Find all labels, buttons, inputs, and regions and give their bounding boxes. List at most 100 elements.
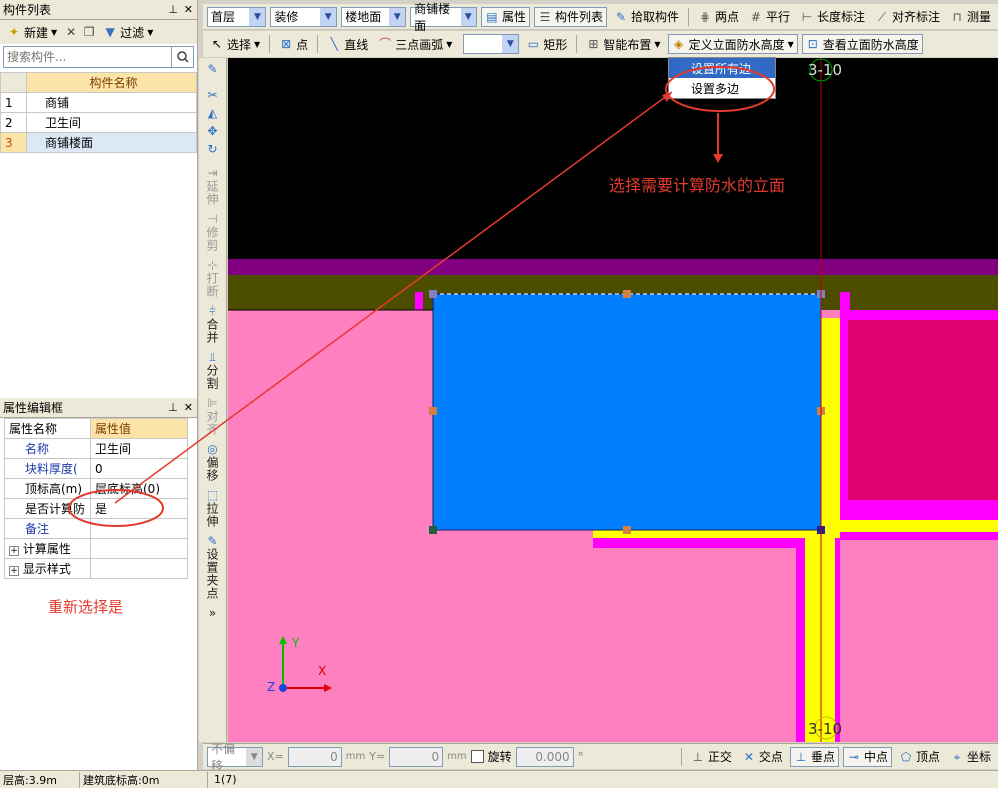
component-name-cell[interactable]: 商铺 [26, 92, 197, 113]
type-select[interactable]: 楼地面 ▼ [341, 6, 407, 27]
grip-handle[interactable] [429, 526, 437, 534]
component-name-cell[interactable]: 商铺楼面 [26, 132, 197, 153]
copy-icon[interactable]: ❐ [82, 25, 96, 39]
intersect-snap-button[interactable]: ✕ 交点 [739, 747, 786, 767]
line-button[interactable]: ╲ 直线 [324, 34, 371, 54]
ortho-icon: ⊥ [692, 749, 704, 764]
mirror-icon[interactable]: ◭ [206, 106, 220, 120]
smart-layout-icon: ⊞ [588, 37, 599, 51]
magenta-mark [840, 292, 850, 310]
break-tool[interactable]: ⊹ 打断 [199, 258, 226, 298]
category-select[interactable]: 装修 ▼ [270, 6, 338, 27]
point-button[interactable]: ⊠ 点 [276, 34, 311, 54]
brush-icon[interactable]: ✎ [206, 62, 220, 76]
rotate-checkbox[interactable] [470, 750, 484, 763]
component-select[interactable]: 商铺楼面 ▼ [410, 2, 477, 33]
new-button[interactable]: ✦ 新建 ▼ [4, 22, 60, 42]
arc-button[interactable]: ⌒ 三点画弧 ▼ [375, 34, 455, 54]
menu-item-set-multiple-edges[interactable]: 设置多边 [669, 78, 775, 98]
grip-handle[interactable] [429, 290, 437, 298]
list-icon: ☰ [539, 9, 551, 24]
y-axis-label: Y [292, 636, 300, 650]
split-tool[interactable]: ⫫ 分割 [199, 350, 226, 390]
axis-label-bottom: 3-10 [808, 720, 843, 738]
coord-snap-button[interactable]: ⌖ 坐标 [947, 747, 994, 767]
expand-icon[interactable]: + [9, 566, 19, 576]
table-row[interactable]: 3 商铺楼面 [0, 132, 197, 153]
waterproof-icon: ◈ [673, 37, 684, 51]
more-tools-icon[interactable]: » [199, 606, 226, 620]
grip-handle[interactable] [429, 407, 437, 415]
perpendicular-snap-button[interactable]: ⊥ 垂点 [789, 746, 839, 767]
view-icon: ⊡ [807, 37, 818, 51]
component-list-button[interactable]: ☰ 构件列表 [533, 6, 607, 27]
z-axis-icon [279, 684, 287, 692]
prop-value-input[interactable] [90, 518, 188, 539]
grip-handle[interactable] [623, 526, 631, 534]
merge-tool[interactable]: ⫩ 合并 [199, 304, 226, 344]
grip-handle[interactable] [623, 290, 631, 298]
floor-select[interactable]: 首层 ▼ [207, 6, 267, 27]
midpoint-snap-button[interactable]: ⊸ 中点 [842, 746, 892, 767]
move-icon[interactable]: ✥ [206, 124, 220, 138]
toolbar-row-2: ↖ 选择 ▼ ⊠ 点 ╲ 直线 ⌒ 三点画弧 ▼ ▼ ▭ 矩形 ⊞ 智能布置 ▼ ◈ 定义立面防水高… [203, 31, 998, 57]
close-icon[interactable]: ✕ [184, 3, 193, 16]
table-row: 是否计算防 是 [4, 498, 188, 519]
waterproof-value-select[interactable]: 是 [90, 498, 188, 519]
search-input[interactable] [3, 46, 172, 68]
rotate-icon[interactable]: ↻ [206, 142, 220, 156]
scissors-icon[interactable]: ✂ [206, 88, 220, 102]
extend-tool[interactable]: ⇥ 延伸 [199, 166, 226, 206]
align-dim-button[interactable]: ⟋ 对齐标注 [872, 7, 943, 27]
drawing-canvas[interactable]: 3-10 3-10 选择需要计算防水的立面 Y X Z [228, 58, 998, 742]
grip-tool[interactable]: ✎ 设置夹点 [199, 534, 226, 600]
rotate-angle-input[interactable]: 0.000 [515, 746, 574, 767]
close-icon[interactable]: ✕ [184, 401, 193, 414]
x-coord-input[interactable]: 0 [287, 746, 342, 767]
selected-slab[interactable] [432, 293, 822, 531]
filter-button[interactable]: ▼ 过滤 ▼ [100, 22, 156, 42]
property-table: 属性名称 属性值 名称 卫生间 块料厚度( 0 顶标高(m) 层底标高(0) 是… [4, 418, 188, 579]
offset-select[interactable]: 不偏移 ▼ [207, 742, 263, 773]
arc-mode-select[interactable]: ▼ [463, 34, 520, 54]
menu-item-set-all-edges[interactable]: 设置所有边 [669, 58, 775, 78]
stretch-tool[interactable]: ⬚ 拉伸 [199, 488, 226, 528]
rect-button[interactable]: ▭ 矩形 [523, 34, 570, 54]
prop-value-input[interactable]: 卫生间 [90, 438, 188, 459]
component-table: 构件名称 1 商铺 2 卫生间 3 商铺楼面 [0, 72, 197, 153]
snap-toolbar: 不偏移 ▼ X= 0 mm Y= 0 mm 旋转 0.000 ° ⊥ 正交 ✕ 交点 … [203, 742, 998, 773]
table-row[interactable]: 2 卫生间 [0, 112, 197, 133]
pin-icon[interactable]: ⊥ [168, 3, 178, 16]
line-icon: ╲ [330, 37, 338, 51]
measure-button[interactable]: ⊓ 测量 [947, 7, 994, 27]
search-icon[interactable] [172, 46, 194, 68]
properties-button[interactable]: ▤ 属性 [480, 6, 530, 27]
expand-icon[interactable]: + [9, 546, 19, 556]
red-room [848, 320, 998, 500]
smart-layout-button[interactable]: ⊞ 智能布置 ▼ [583, 34, 663, 54]
view-waterproof-height-button[interactable]: ⊡ 查看立面防水高度 [801, 34, 923, 54]
pin-icon[interactable]: ⊥ [168, 401, 178, 414]
table-row[interactable]: 1 商铺 [0, 92, 197, 113]
pick-component-button[interactable]: ✎ 拾取构件 [611, 7, 682, 27]
table-row[interactable]: + 显示样式 [4, 558, 188, 579]
two-points-button[interactable]: ⋕ 两点 [695, 7, 742, 27]
parallel-button[interactable]: # 平行 [746, 7, 793, 27]
offset-tool[interactable]: ◎ 偏移 [199, 442, 226, 482]
trim-tool[interactable]: ⊣ 修剪 [199, 212, 226, 252]
y-coord-input[interactable]: 0 [389, 746, 444, 767]
delete-icon[interactable]: ✕ [64, 25, 78, 39]
component-name-cell[interactable]: 卫生间 [26, 112, 197, 133]
canvas-drawing[interactable] [228, 58, 998, 742]
select-button[interactable]: ↖ 选择 ▼ [207, 34, 263, 54]
align-tool[interactable]: ⊫ 对齐 [199, 396, 226, 436]
extend-icon: ⇥ [207, 166, 218, 180]
vertical-toolbar: ✎ ✂ ◭ ✥ ↻ ⇥ 延伸 ⊣ 修剪 ⊹ 打断 ⫩ 合并 ⫫ 分割 ⊫ 对齐 ◎ 偏移 ⬚ 拉… [199, 58, 227, 742]
length-dim-button[interactable]: ⊢ 长度标注 [797, 7, 868, 27]
ortho-snap-button[interactable]: ⊥ 正交 [688, 747, 735, 767]
define-waterproof-height-button[interactable]: ◈ 定义立面防水高度 ▼ [667, 34, 798, 54]
table-row[interactable]: + 计算属性 [4, 538, 188, 559]
vertex-snap-button[interactable]: ⬠ 顶点 [896, 747, 943, 767]
prop-value-input[interactable]: 0 [90, 458, 188, 479]
prop-value-input[interactable]: 层底标高(0) [90, 478, 188, 499]
